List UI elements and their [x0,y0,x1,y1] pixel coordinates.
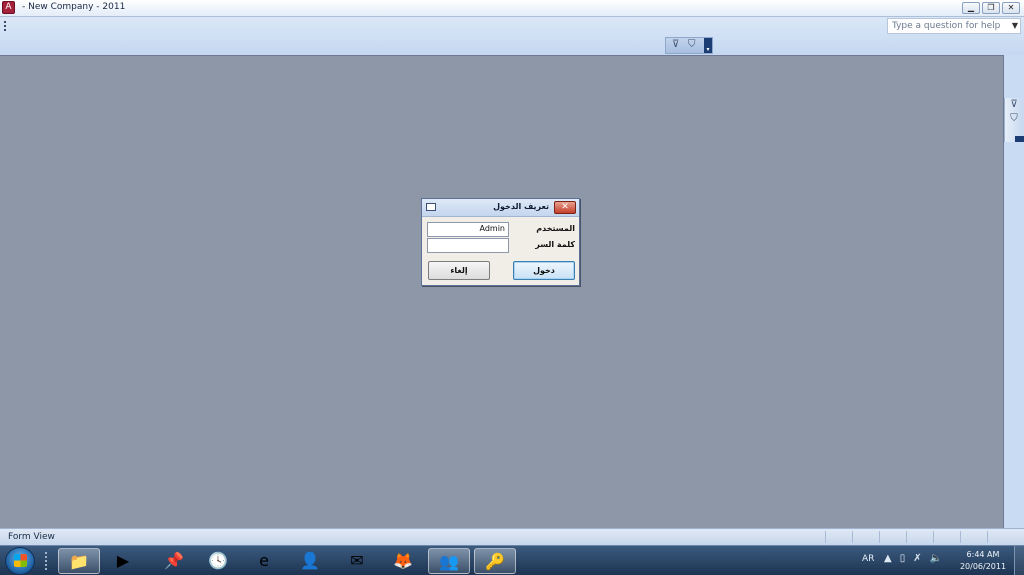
filter-clear-icon[interactable]: ⊽ [672,39,679,50]
clock-date: 20/06/2011 [959,562,1007,571]
windows-live-messenger-icon[interactable]: 👥 [428,548,470,574]
side-filter-toolbar: ⊽ ⛉ [1004,98,1024,142]
taskbar: 📁 ▶ 📌 🕓 e 👤 ✉ 🦊 👥 🔑 AR ▲▯✗🔈 6:44 AM 20/06/2011 [0,545,1024,575]
login-button[interactable]: دخول [513,261,575,280]
filter-toolbar: ⊽ ⛉ ▾ [665,37,713,54]
network-icon[interactable]: ✗ [913,553,929,564]
username-field[interactable]: Admin [427,222,509,237]
view-status: Form View [8,532,55,542]
help-search-input[interactable]: Type a question for help ▼ [887,18,1021,34]
file-explorer-icon[interactable]: 📁 [58,548,100,574]
start-button[interactable] [5,547,35,575]
filter-icon[interactable]: ⛉ [688,39,696,50]
window-title-bar: A - New Company - 2011 ▁ ❐ ✕ [0,0,1024,17]
workspace-area [0,55,1004,528]
toolbar-options-button[interactable]: ▾ [704,38,712,53]
pushpin-icon[interactable]: 📌 [153,548,195,574]
messenger-icon[interactable]: 👤 [289,548,331,574]
status-bar: Form View [0,528,1024,545]
close-button[interactable]: ✕ [1002,2,1020,14]
filter-icon[interactable]: ⛉ [1005,112,1023,126]
password-label: كلمة السر [535,240,575,249]
volume-icon[interactable]: 🔈 [930,553,950,564]
toolbar-area: Type a question for help ▼ ⊽ ⛉ ▾ [0,17,1024,55]
login-dialog: تعريف الدخول ✕ Admin المستخدم كلمة السر … [421,198,580,286]
toolbar-options-button[interactable] [1015,136,1024,142]
status-indicators [825,531,1014,543]
media-player-icon[interactable]: ▶ [102,548,144,574]
system-tray: ▲▯✗🔈 [884,553,950,564]
window-title: - New Company - 2011 [22,2,126,12]
password-field[interactable] [427,238,509,253]
cancel-button[interactable]: إلغاء [428,261,490,280]
form-icon [426,203,436,211]
clock-time: 6:44 AM [966,550,1000,559]
taskbar-grip [45,552,48,570]
mail-icon[interactable]: ✉ [336,548,378,574]
clock[interactable]: 6:44 AM 20/06/2011 [955,549,1011,573]
access-icon[interactable]: 🔑 [474,548,516,574]
firefox-icon[interactable]: 🦊 [382,548,424,574]
help-placeholder: Type a question for help [892,21,1001,31]
username-label: المستخدم [536,224,575,233]
show-desktop-button[interactable] [1014,546,1024,575]
clock-icon[interactable]: 🕓 [197,548,239,574]
language-indicator[interactable]: AR [862,554,874,564]
chevron-down-icon[interactable]: ▼ [1012,21,1018,30]
minimize-button[interactable]: ▁ [962,2,980,14]
toolbar-grip[interactable] [4,21,6,31]
internet-explorer-icon[interactable]: e [243,548,285,574]
battery-icon[interactable]: ▯ [900,553,914,564]
filter-clear-icon[interactable]: ⊽ [1005,98,1023,112]
windows-logo-icon [14,554,27,567]
dialog-title-bar: تعريف الدخول ✕ [422,199,579,217]
dialog-title: تعريف الدخول [493,202,549,211]
show-hidden-icons-icon[interactable]: ▲ [884,553,900,564]
restore-button[interactable]: ❐ [982,2,1000,14]
access-icon[interactable]: A [2,1,15,14]
dialog-close-button[interactable]: ✕ [554,201,576,214]
